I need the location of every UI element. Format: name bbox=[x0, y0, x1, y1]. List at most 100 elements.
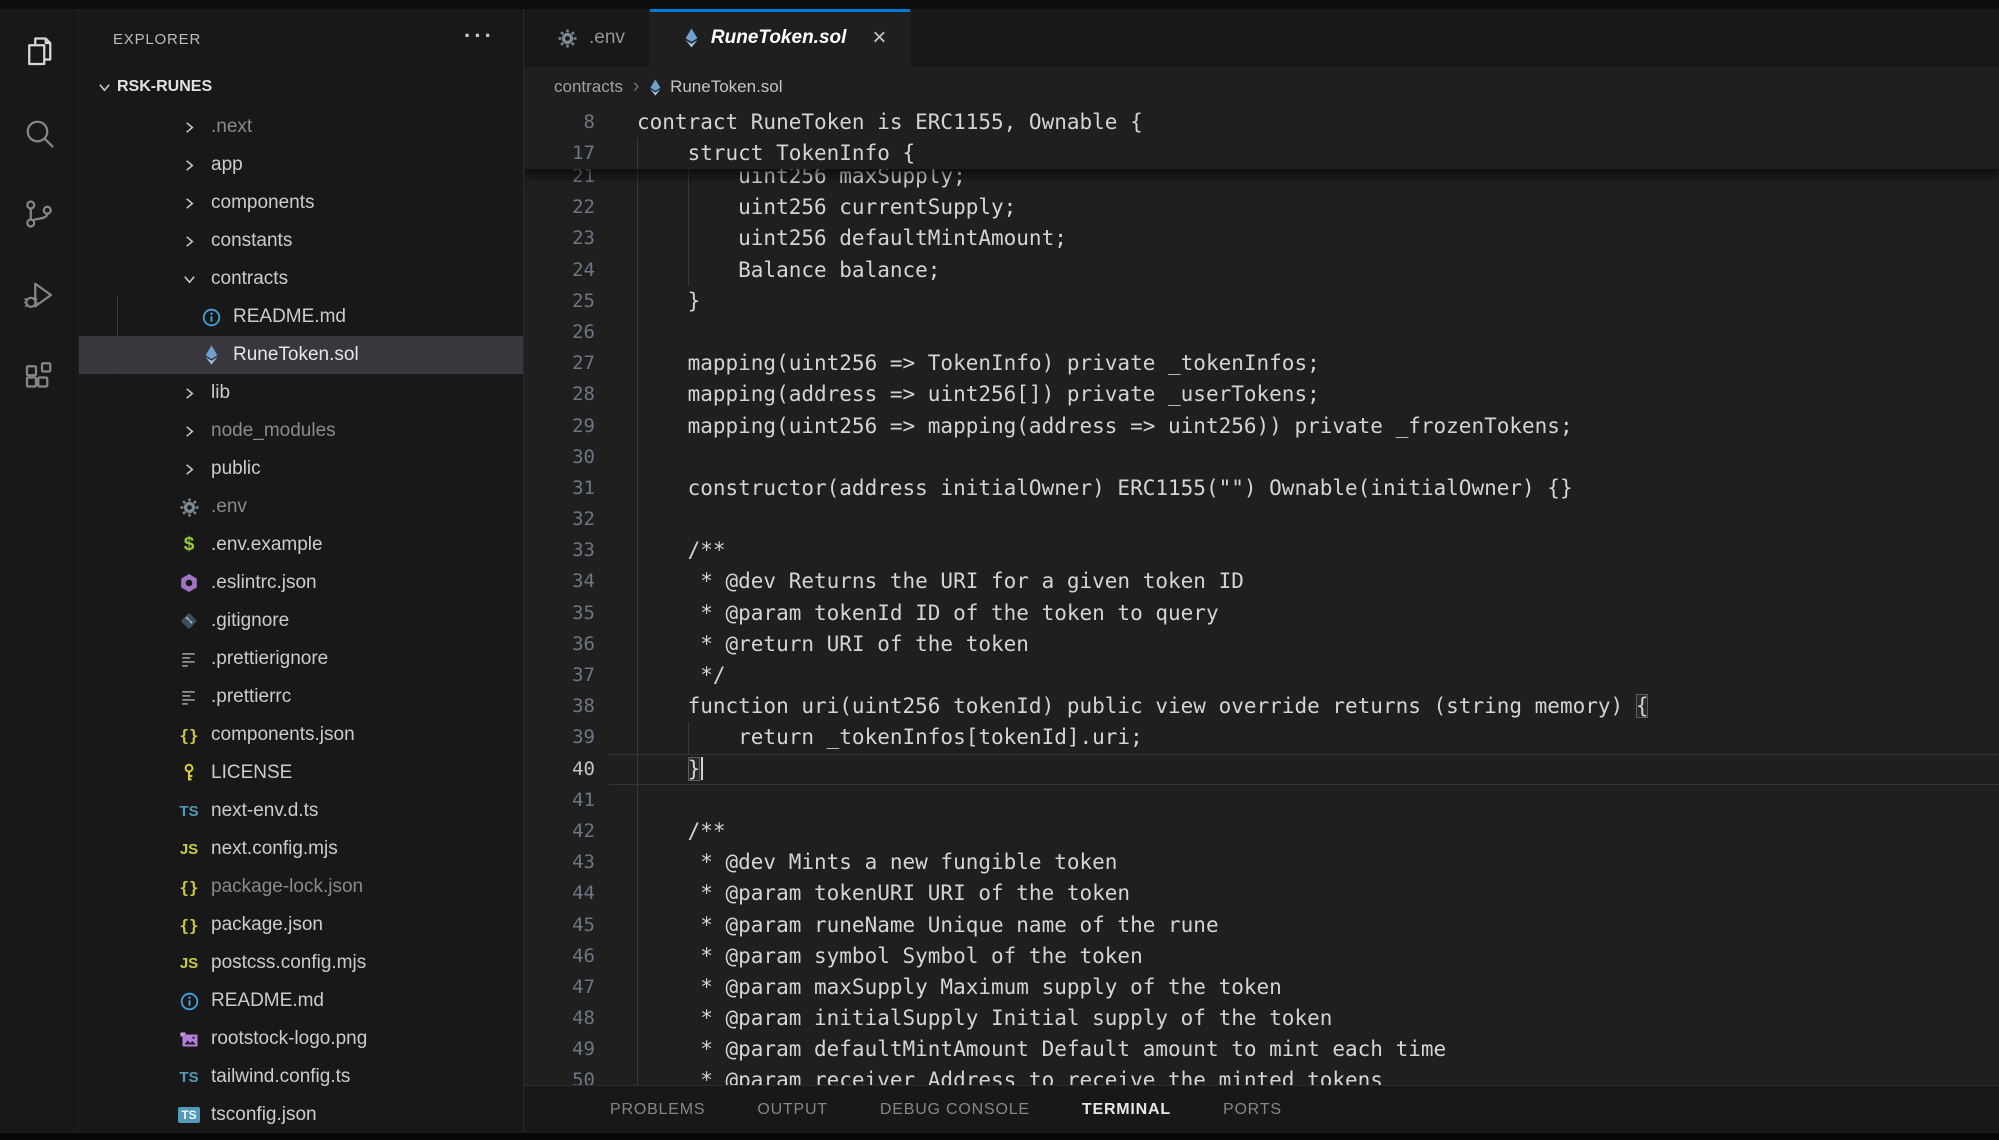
more-actions-icon[interactable]: ··· bbox=[464, 23, 495, 49]
line-number: 43 bbox=[524, 847, 595, 878]
activity-item-search[interactable] bbox=[0, 103, 78, 163]
code-line-43[interactable]: 43 * @dev Mints a new fungible token bbox=[524, 847, 1999, 878]
tree-file-rootstock-logo.png[interactable]: rootstock-logo.png bbox=[79, 1020, 523, 1058]
sticky-scroll[interactable]: 8contract RuneToken is ERC1155, Ownable … bbox=[524, 107, 1999, 169]
tree-file-tsconfig.json[interactable]: TStsconfig.json bbox=[79, 1096, 523, 1133]
gear-icon bbox=[180, 498, 199, 517]
code-line-25[interactable]: 25 } bbox=[524, 286, 1999, 317]
code-line-33[interactable]: 33 /** bbox=[524, 535, 1999, 566]
eslint-icon bbox=[179, 573, 199, 593]
code-text: } bbox=[637, 754, 703, 785]
code-line-40[interactable]: 40 } bbox=[524, 754, 1999, 785]
code-area[interactable]: 21 uint256 maxSupply;22 uint256 currentS… bbox=[524, 161, 1999, 1085]
tree-file-next-env.d.ts[interactable]: TSnext-env.d.ts bbox=[79, 792, 523, 830]
code-line-34[interactable]: 34 * @dev Returns the URI for a given to… bbox=[524, 566, 1999, 597]
gear-icon bbox=[558, 29, 577, 48]
line-number: 49 bbox=[524, 1034, 595, 1065]
tree-file-RuneToken.sol[interactable]: RuneToken.sol bbox=[79, 336, 523, 374]
code-text: mapping(uint256 => mapping(address => ui… bbox=[637, 411, 1573, 442]
code-text: uint256 currentSupply; bbox=[637, 192, 1016, 223]
code-line-44[interactable]: 44 * @param tokenURI URI of the token bbox=[524, 878, 1999, 909]
code-line-31[interactable]: 31 constructor(address initialOwner) ERC… bbox=[524, 473, 1999, 504]
activity-item-extensions[interactable] bbox=[0, 346, 78, 406]
code-line-41[interactable]: 41 bbox=[524, 785, 1999, 816]
breadcrumb-file[interactable]: RuneToken.sol bbox=[649, 77, 782, 97]
section-header-rsk-runes[interactable]: RSK-RUNES bbox=[79, 69, 523, 105]
panel-tab-ports[interactable]: PORTS bbox=[1223, 1101, 1282, 1119]
code-line-26[interactable]: 26 bbox=[524, 317, 1999, 348]
code-line-32[interactable]: 32 bbox=[524, 504, 1999, 535]
tree-file-.gitignore[interactable]: .gitignore bbox=[79, 602, 523, 640]
code-line-8[interactable]: 8contract RuneToken is ERC1155, Ownable … bbox=[524, 107, 1999, 138]
line-number: 50 bbox=[524, 1065, 595, 1085]
tree-file-README.md[interactable]: README.md bbox=[79, 298, 523, 336]
code-line-30[interactable]: 30 bbox=[524, 442, 1999, 473]
ts-icon: TS bbox=[175, 1069, 203, 1086]
line-number: 44 bbox=[524, 878, 595, 909]
tree-file-.env[interactable]: .env bbox=[79, 488, 523, 526]
chevron-down-icon bbox=[91, 80, 117, 95]
tree-file-components.json[interactable]: {}components.json bbox=[79, 716, 523, 754]
editor[interactable]: contracts› RuneToken.sol 21 uint256 maxS… bbox=[524, 67, 1999, 1085]
tree-item-label: .eslintrc.json bbox=[211, 572, 317, 594]
code-line-28[interactable]: 28 mapping(address => uint256[]) private… bbox=[524, 379, 1999, 410]
tree-file-package.json[interactable]: {}package.json bbox=[79, 906, 523, 944]
code-text: * @param tokenURI URI of the token bbox=[637, 878, 1130, 909]
code-line-50[interactable]: 50 * @param receiver Address to receive … bbox=[524, 1065, 1999, 1085]
activity-item-run-debug[interactable] bbox=[0, 265, 78, 325]
code-line-36[interactable]: 36 * @return URI of the token bbox=[524, 629, 1999, 660]
code-line-42[interactable]: 42 /** bbox=[524, 816, 1999, 847]
breadcrumb-segment[interactable]: contracts bbox=[554, 77, 623, 97]
code-line-17[interactable]: 17 struct TokenInfo { bbox=[524, 138, 1999, 169]
code-line-27[interactable]: 27 mapping(uint256 => TokenInfo) private… bbox=[524, 348, 1999, 379]
tree-file-postcss.config.mjs[interactable]: JSpostcss.config.mjs bbox=[79, 944, 523, 982]
editor-tab-.env[interactable]: .env bbox=[524, 9, 650, 67]
tree-file-next.config.mjs[interactable]: JSnext.config.mjs bbox=[79, 830, 523, 868]
tree-folder-constants[interactable]: constants bbox=[79, 222, 523, 260]
code-line-45[interactable]: 45 * @param runeName Unique name of the … bbox=[524, 910, 1999, 941]
line-number: 48 bbox=[524, 1003, 595, 1034]
panel-tab-debug-console[interactable]: DEBUG CONSOLE bbox=[880, 1101, 1030, 1119]
code-line-48[interactable]: 48 * @param initialSupply Initial supply… bbox=[524, 1003, 1999, 1034]
code-line-39[interactable]: 39 return _tokenInfos[tokenId].uri; bbox=[524, 722, 1999, 753]
line-number: 28 bbox=[524, 379, 595, 410]
code-text: */ bbox=[637, 660, 726, 691]
tree-folder-.next[interactable]: .next bbox=[79, 108, 523, 146]
panel-tab-terminal[interactable]: TERMINAL bbox=[1082, 1101, 1171, 1119]
code-line-22[interactable]: 22 uint256 currentSupply; bbox=[524, 192, 1999, 223]
line-number: 32 bbox=[524, 504, 595, 535]
tree-file-.eslintrc.json[interactable]: .eslintrc.json bbox=[79, 564, 523, 602]
code-line-47[interactable]: 47 * @param maxSupply Maximum supply of … bbox=[524, 972, 1999, 1003]
tree-item-label: lib bbox=[211, 382, 230, 404]
code-line-35[interactable]: 35 * @param tokenId ID of the token to q… bbox=[524, 598, 1999, 629]
close-icon[interactable]: × bbox=[872, 26, 886, 50]
editor-tab-RuneToken.sol[interactable]: RuneToken.sol× bbox=[650, 9, 912, 67]
tree-file-README.md[interactable]: README.md bbox=[79, 982, 523, 1020]
code-line-37[interactable]: 37 */ bbox=[524, 660, 1999, 691]
code-line-24[interactable]: 24 Balance balance; bbox=[524, 255, 1999, 286]
tree-file-.prettierignore[interactable]: .prettierignore bbox=[79, 640, 523, 678]
tree-file-.env.example[interactable]: $.env.example bbox=[79, 526, 523, 564]
activity-item-explorer[interactable] bbox=[0, 22, 78, 82]
code-line-23[interactable]: 23 uint256 defaultMintAmount; bbox=[524, 223, 1999, 254]
code-line-46[interactable]: 46 * @param symbol Symbol of the token bbox=[524, 941, 1999, 972]
tree-folder-components[interactable]: components bbox=[79, 184, 523, 222]
panel-tab-output[interactable]: OUTPUT bbox=[757, 1101, 828, 1119]
code-line-38[interactable]: 38 function uri(uint256 tokenId) public … bbox=[524, 691, 1999, 722]
tree-folder-public[interactable]: public bbox=[79, 450, 523, 488]
tree-file-LICENSE[interactable]: LICENSE bbox=[79, 754, 523, 792]
tree-item-label: LICENSE bbox=[211, 762, 292, 784]
tree-file-.prettierrc[interactable]: .prettierrc bbox=[79, 678, 523, 716]
tree-folder-app[interactable]: app bbox=[79, 146, 523, 184]
tree-folder-lib[interactable]: lib bbox=[79, 374, 523, 412]
code-line-49[interactable]: 49 * @param defaultMintAmount Default am… bbox=[524, 1034, 1999, 1065]
dollar-icon: $ bbox=[175, 534, 203, 556]
activity-item-source-control[interactable] bbox=[0, 184, 78, 244]
section-label: RSK-RUNES bbox=[117, 78, 212, 96]
panel-tab-problems[interactable]: PROBLEMS bbox=[610, 1101, 705, 1119]
tree-file-tailwind.config.ts[interactable]: TStailwind.config.ts bbox=[79, 1058, 523, 1096]
code-line-29[interactable]: 29 mapping(uint256 => mapping(address =>… bbox=[524, 411, 1999, 442]
tree-folder-node-modules[interactable]: node_modules bbox=[79, 412, 523, 450]
tree-file-package-lock.json[interactable]: {}package-lock.json bbox=[79, 868, 523, 906]
tree-folder-contracts[interactable]: contracts bbox=[79, 260, 523, 298]
